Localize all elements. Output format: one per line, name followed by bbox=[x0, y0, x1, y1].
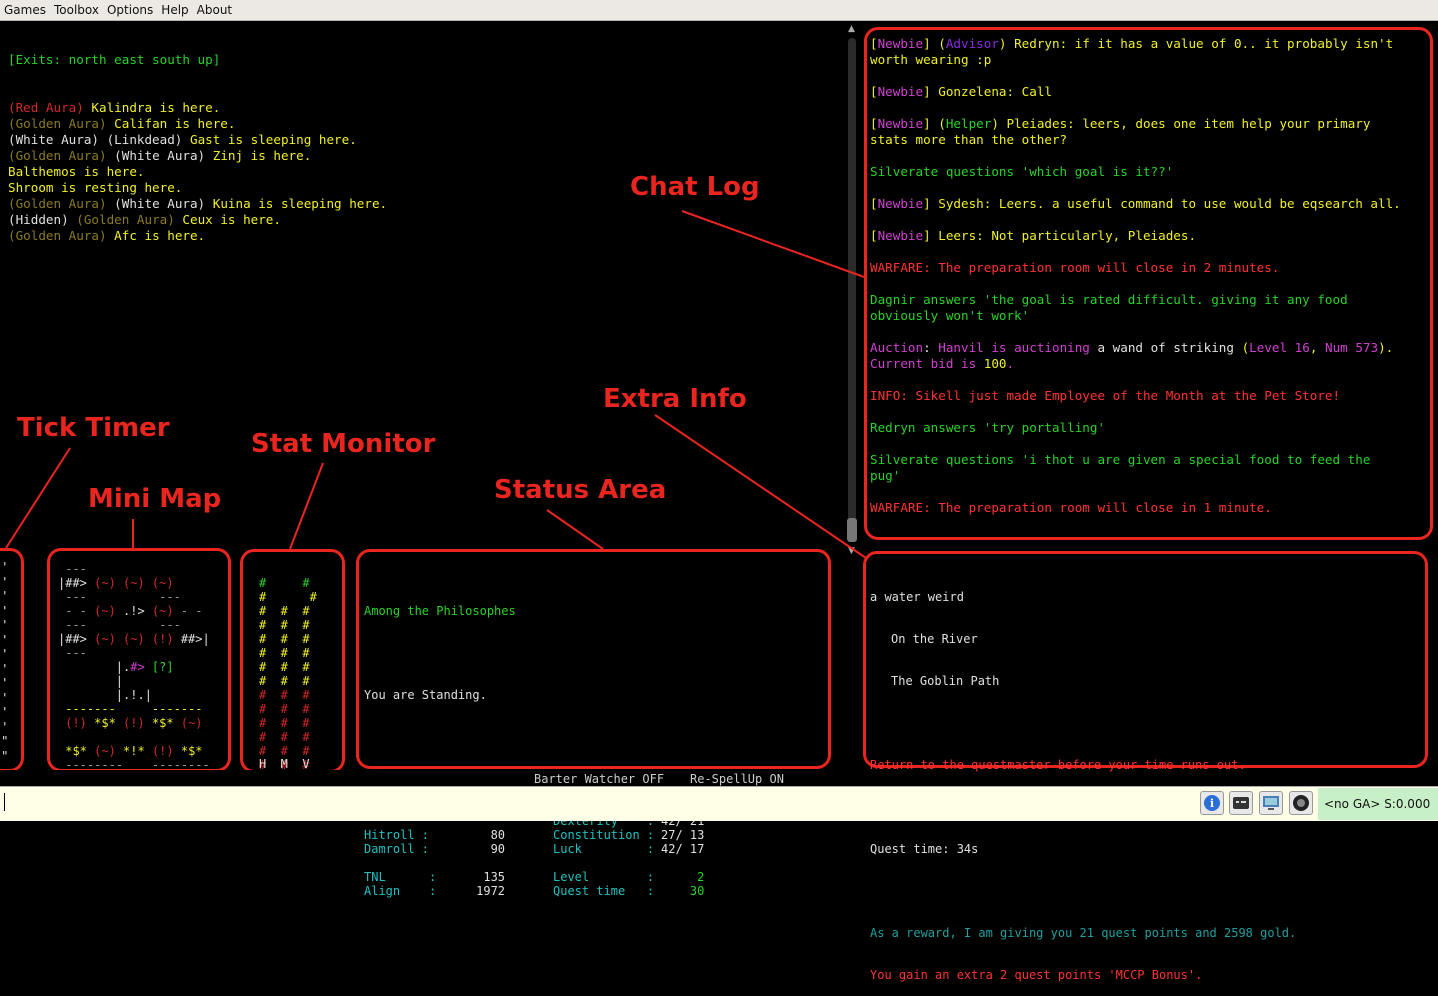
stat-label: Align : bbox=[364, 884, 437, 898]
command-input[interactable]: i bbox=[0, 786, 1438, 821]
terminal-icon[interactable] bbox=[1229, 791, 1253, 815]
stat-label: Level : bbox=[553, 870, 655, 884]
network-icon[interactable] bbox=[1259, 791, 1283, 815]
stat-label: Luck : bbox=[553, 842, 655, 856]
pointer-stat-monitor bbox=[289, 462, 324, 550]
pointer-chat-log bbox=[681, 210, 865, 278]
stat-value: 30 bbox=[661, 884, 705, 898]
status-bar: Barter Watcher OFF Re-SpellUp ON bbox=[0, 770, 850, 786]
stat-label: Hitroll : bbox=[364, 828, 430, 842]
stat-value: 2 bbox=[661, 870, 705, 884]
status-row: TNL : 135 Level : 2 bbox=[364, 870, 704, 884]
stat-value: 27/ 13 bbox=[661, 828, 705, 842]
pointer-extra-info bbox=[654, 414, 867, 559]
respellup: Re-SpellUp ON bbox=[690, 772, 784, 786]
record-icon[interactable] bbox=[1289, 791, 1313, 815]
svg-text:i: i bbox=[1210, 797, 1214, 810]
pointer-status-area bbox=[546, 509, 604, 550]
status-row: Damroll : 90 Luck : 42/ 17 bbox=[364, 842, 704, 856]
status-row: Align : 1972 Quest time : 30 bbox=[364, 884, 704, 898]
ga-indicator: <no GA> S:0.000 bbox=[1318, 788, 1438, 820]
stat-label: Quest time : bbox=[553, 884, 655, 898]
stat-value: 80 bbox=[440, 828, 506, 842]
pointer-tick-timer bbox=[5, 447, 71, 549]
annotation-lines bbox=[5, 210, 867, 559]
stat-value: 42/ 17 bbox=[661, 842, 705, 856]
stat-value: 1972 bbox=[440, 884, 506, 898]
stat-label: Damroll : bbox=[364, 842, 430, 856]
quest-time: Quest time: 34s bbox=[870, 842, 979, 856]
quest-reward: As a reward, I am giving you 21 quest po… bbox=[870, 926, 1297, 940]
stat-label: TNL : bbox=[364, 870, 437, 884]
status-row bbox=[364, 856, 516, 870]
barter-watcher: Barter Watcher OFF bbox=[534, 772, 665, 786]
info-icon[interactable]: i bbox=[1200, 791, 1224, 815]
stat-label: Constitution : bbox=[553, 828, 655, 842]
stat-value: 135 bbox=[440, 870, 506, 884]
stat-value: 90 bbox=[440, 842, 506, 856]
status-row: Hitroll : 80 Constitution : 27/ 13 bbox=[364, 828, 704, 842]
text-caret bbox=[4, 793, 5, 811]
quest-bonus: You gain an extra 2 quest points 'MCCP B… bbox=[870, 968, 1203, 982]
